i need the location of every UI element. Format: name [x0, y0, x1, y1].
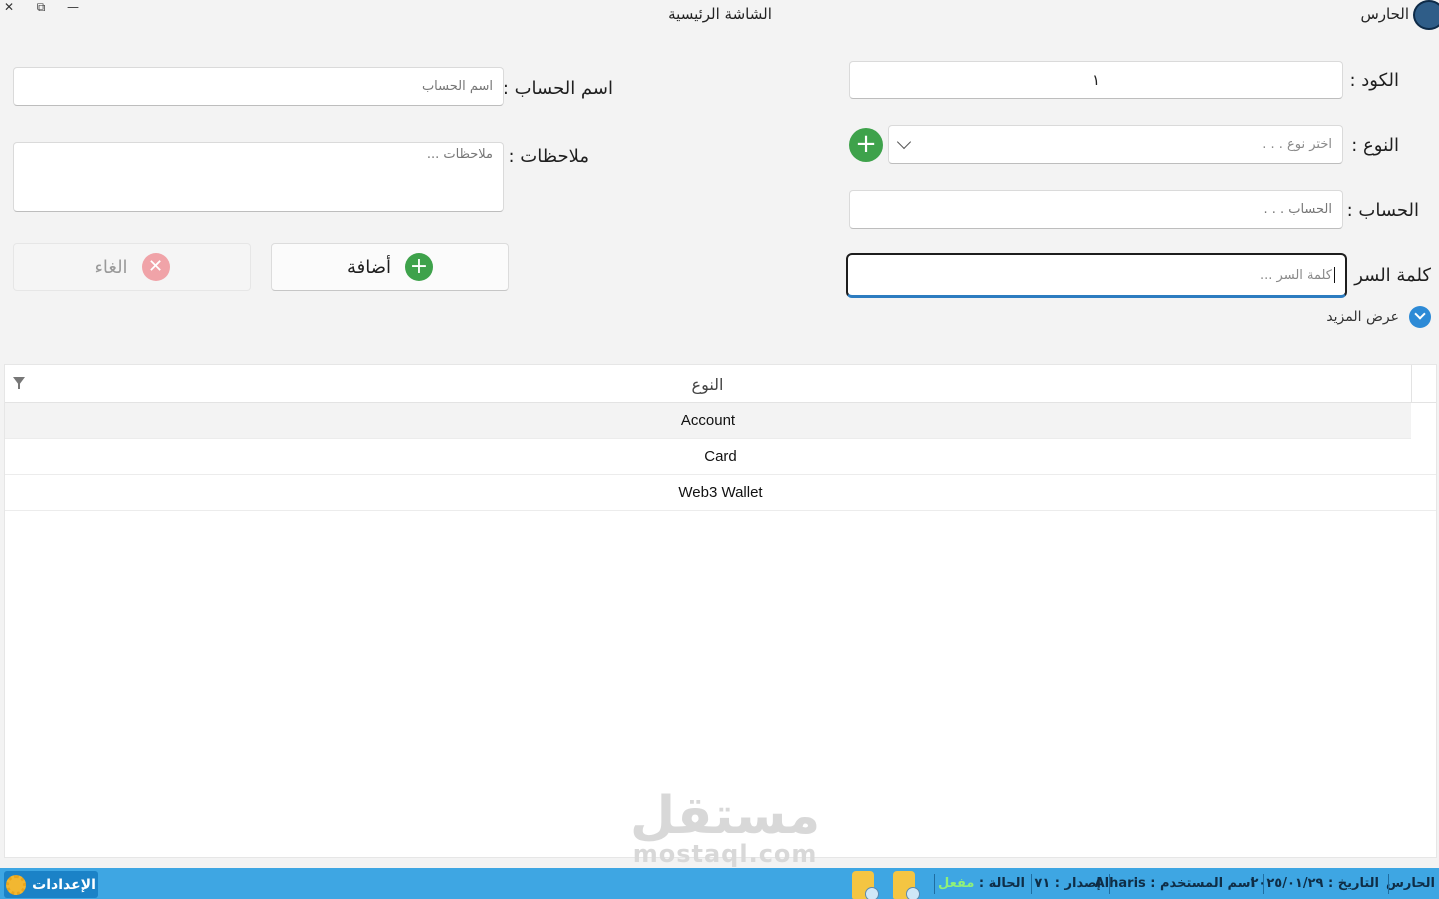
- status-username: اسم المستخدم : Alharis: [1094, 876, 1255, 891]
- status-divider: [1388, 874, 1389, 894]
- account-label: الحساب :: [1346, 200, 1419, 221]
- cancel-button-label: الغاء: [94, 256, 128, 278]
- gear-icon: [6, 874, 27, 895]
- status-version: إصدار : ٧١: [1034, 876, 1101, 891]
- minimize-window-icon[interactable]: —: [62, 0, 84, 16]
- status-bar: الحارس التاريخ : ٢٠٢٥/٠١/٢٩ اسم المستخدم…: [0, 868, 1439, 899]
- watermark: مستقل mostaql.com: [630, 790, 820, 866]
- restore-window-icon[interactable]: ⧉: [30, 0, 52, 16]
- status-state-value: مفعل: [938, 876, 975, 891]
- account-name-field[interactable]: اسم الحساب: [13, 67, 504, 106]
- account-name-label: اسم الحساب :: [502, 78, 613, 99]
- account-field[interactable]: الحساب . . .: [849, 190, 1343, 229]
- types-table: النوع Account Card Web3 Wallet: [4, 364, 1437, 858]
- table-row[interactable]: Card: [5, 439, 1436, 475]
- plus-circle-icon: +: [405, 253, 434, 281]
- status-divider: [1109, 874, 1110, 894]
- database-restore-icon[interactable]: [893, 871, 920, 899]
- type-select[interactable]: اختر نوع . . .: [888, 125, 1343, 164]
- show-more-label: عرض المزيد: [1326, 309, 1399, 325]
- cancel-button[interactable]: ✕ الغاء: [13, 243, 251, 291]
- table-header: النوع: [5, 365, 1436, 403]
- column-divider: [1411, 365, 1412, 403]
- password-field[interactable]: كلمة السر ...: [846, 253, 1347, 298]
- watermark-latin: mostaql.com: [632, 840, 818, 868]
- status-app-name: الحارس: [1385, 876, 1435, 891]
- close-window-icon[interactable]: ✕: [0, 0, 20, 16]
- code-field[interactable]: ١: [849, 61, 1343, 99]
- notes-field[interactable]: ملاحظات ...: [13, 142, 504, 212]
- column-header-type[interactable]: النوع: [5, 365, 1410, 403]
- code-label: الكود :: [1349, 70, 1399, 91]
- add-button[interactable]: + أضافة: [271, 243, 509, 291]
- window-title: الشاشة الرئيسية: [668, 5, 772, 23]
- status-state: الحالة : مفعل: [938, 876, 1025, 891]
- settings-label: الإعدادات: [32, 876, 96, 893]
- database-backup-icon[interactable]: [852, 871, 879, 899]
- cancel-circle-icon: ✕: [141, 253, 170, 281]
- type-label: النوع :: [1351, 135, 1399, 156]
- status-state-label: الحالة :: [978, 876, 1025, 891]
- shield-logo-icon: [1413, 0, 1439, 30]
- status-date: التاريخ : ٢٠٢٥/٠١/٢٩: [1250, 876, 1380, 891]
- text-caret: [1334, 267, 1335, 283]
- table-row[interactable]: Account: [5, 403, 1411, 439]
- add-type-button[interactable]: +: [849, 128, 883, 162]
- password-placeholder: كلمة السر ...: [1260, 267, 1332, 283]
- add-button-label: أضافة: [346, 256, 392, 278]
- table-row[interactable]: Web3 Wallet: [5, 475, 1436, 511]
- status-divider: [1263, 874, 1264, 894]
- notes-label: ملاحظات :: [508, 146, 590, 167]
- show-more-toggle[interactable]: عرض المزيد: [1326, 306, 1431, 328]
- status-divider: [934, 874, 935, 894]
- type-select-placeholder: اختر نوع . . .: [1262, 137, 1332, 152]
- chevron-down-circle-icon: [1409, 306, 1431, 328]
- settings-button[interactable]: الإعدادات: [4, 871, 98, 898]
- status-divider: [1031, 874, 1032, 894]
- password-label: كلمة السر :: [1342, 265, 1431, 286]
- app-name: الحارس: [1360, 5, 1409, 23]
- filter-icon[interactable]: [13, 377, 25, 389]
- chevron-down-icon: [896, 134, 912, 150]
- watermark-arabic: مستقل: [630, 786, 821, 846]
